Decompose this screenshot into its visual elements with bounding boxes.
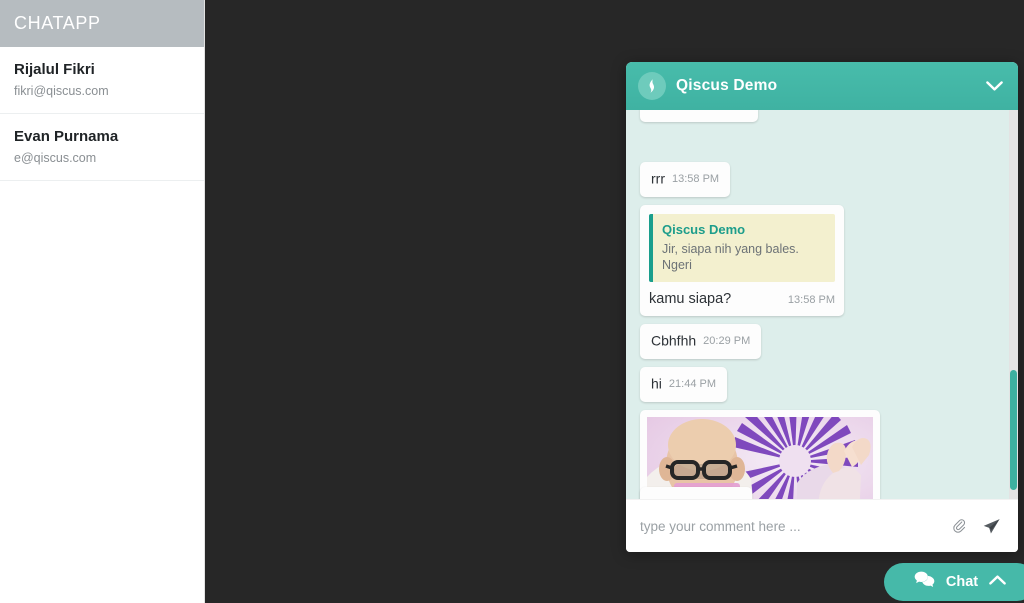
message-text: kamu siapa?	[649, 291, 732, 307]
message-row: Cbhfhh 20:29 PM	[640, 324, 1004, 359]
paperclip-icon[interactable]	[946, 513, 972, 539]
chat-bubble-icon	[914, 571, 935, 593]
contact-name: Evan Purnama	[14, 128, 119, 145]
send-paper-plane-icon[interactable]	[978, 513, 1004, 539]
image-message-bubble[interactable]: 21:44 PM	[640, 410, 880, 499]
chat-widget: Qiscus Demo rrr 13:58 PM Qiscus Demo Jir…	[626, 62, 1018, 552]
message-time: 13:58 PM	[672, 172, 720, 185]
sidebar: CHATAPP Rijalul Fikri fikri@qiscus.com E…	[0, 0, 205, 603]
partial-message-bubble-top	[640, 110, 758, 122]
chevron-up-icon[interactable]	[989, 573, 1006, 591]
message-text: Cbhfhh	[651, 332, 697, 349]
reply-message-bubble[interactable]: Qiscus Demo Jir, siapa nih yang bales. N…	[640, 205, 844, 316]
chat-toggle-button[interactable]: Chat	[884, 563, 1024, 601]
chat-widget-header[interactable]: Qiscus Demo	[626, 62, 1018, 110]
message-text: rrr	[651, 170, 665, 187]
reply-body: kamu siapa? 13:58 PM	[649, 291, 835, 308]
quoted-message-author: Qiscus Demo	[662, 222, 746, 237]
text-message-bubble[interactable]: rrr 13:58 PM	[640, 162, 731, 197]
message-time: 13:58 PM	[787, 294, 835, 306]
qiscus-logo-icon	[638, 72, 666, 100]
message-row: rrr 13:58 PM	[640, 110, 1004, 197]
text-message-bubble[interactable]: hi 21:44 PM	[640, 367, 727, 402]
composer	[626, 499, 1018, 552]
contact-email: fikri@qiscus.com	[14, 84, 109, 98]
message-text: hi	[651, 375, 662, 392]
message-row: Qiscus Demo Jir, siapa nih yang bales. N…	[640, 205, 1004, 316]
chevron-down-icon[interactable]	[984, 76, 1004, 96]
message-scrollbar-thumb[interactable]	[1010, 370, 1017, 490]
message-time: 20:29 PM	[703, 334, 751, 347]
message-row: hi 21:44 PM	[640, 367, 1004, 402]
message-list[interactable]: rrr 13:58 PM Qiscus Demo Jir, siapa nih y…	[626, 110, 1018, 499]
message-scroll-area: rrr 13:58 PM Qiscus Demo Jir, siapa nih y…	[626, 110, 1018, 499]
quoted-message: Qiscus Demo Jir, siapa nih yang bales. N…	[649, 214, 835, 282]
comment-input[interactable]	[640, 518, 940, 534]
sidebar-contact-item[interactable]: Rijalul Fikri fikri@qiscus.com	[0, 47, 204, 114]
sidebar-header: CHATAPP	[0, 0, 204, 47]
text-message-bubble[interactable]: Cbhfhh 20:29 PM	[640, 324, 762, 359]
partial-message-bubble-bottom	[640, 487, 752, 499]
contact-email: e@qiscus.com	[14, 151, 97, 165]
chat-widget-title: Qiscus Demo	[676, 77, 778, 94]
chat-toggle-label: Chat	[945, 574, 979, 590]
sidebar-contact-item[interactable]: Evan Purnama e@qiscus.com	[0, 114, 204, 181]
contact-name: Rijalul Fikri	[14, 61, 95, 78]
app-root: CHATAPP Rijalul Fikri fikri@qiscus.com E…	[0, 0, 1024, 603]
message-row: 21:44 PM	[640, 410, 1004, 499]
app-title: CHATAPP	[14, 13, 101, 33]
quoted-message-text: Jir, siapa nih yang bales. Ngeri	[662, 242, 799, 272]
message-scrollbar-track[interactable]	[1009, 110, 1018, 499]
message-time: 21:44 PM	[668, 377, 716, 390]
